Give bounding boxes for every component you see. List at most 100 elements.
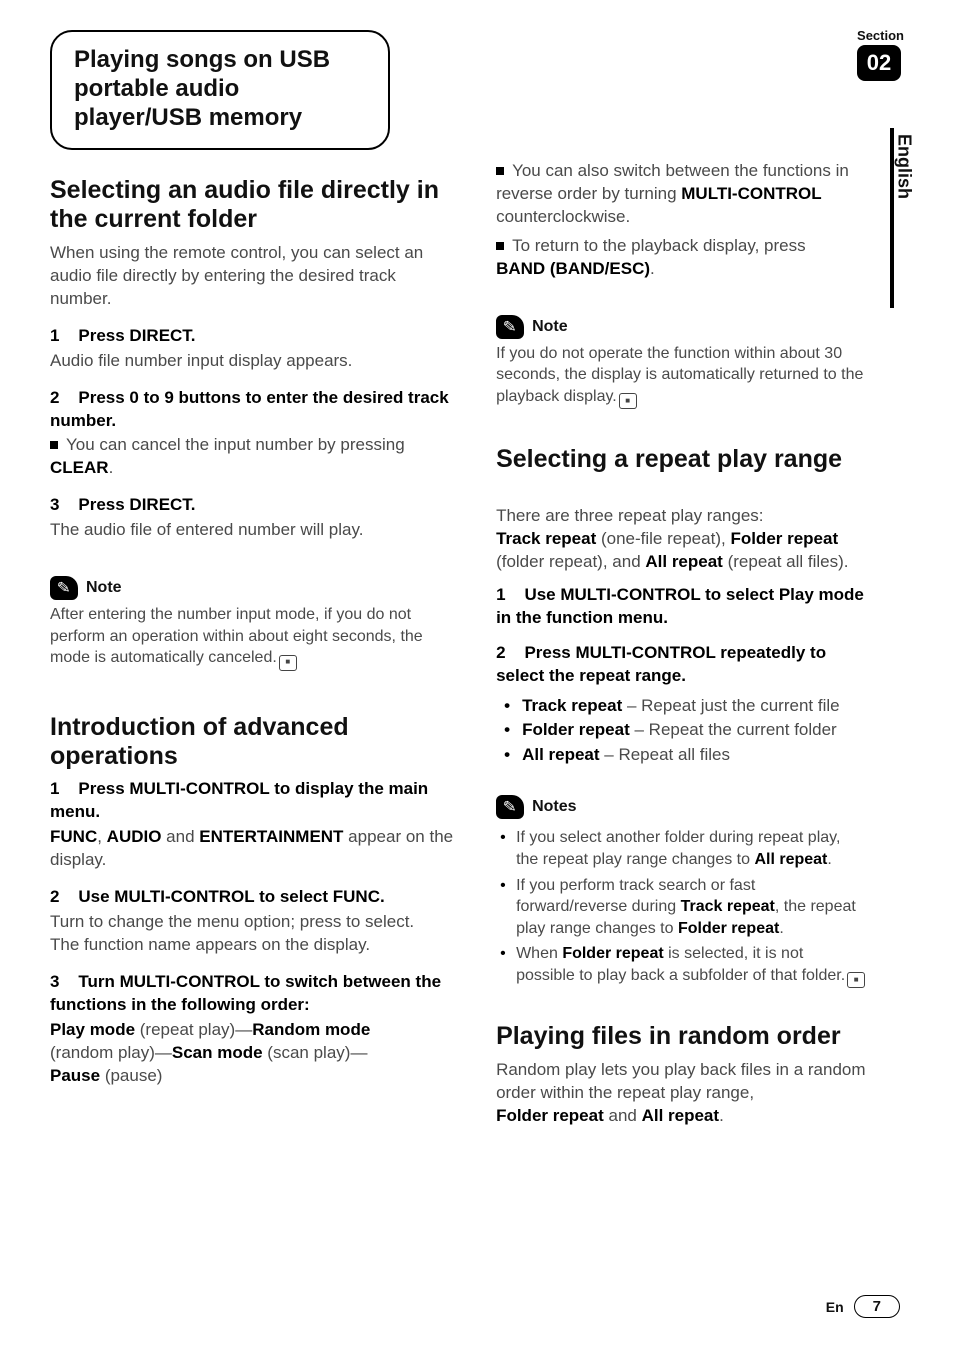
list-item: All repeat – Repeat all files bbox=[522, 743, 866, 768]
opt2-t: – Repeat all files bbox=[600, 745, 730, 764]
left-column: Playing songs on USB portable audio play… bbox=[50, 30, 456, 1142]
note-header-left: ✎ Note bbox=[50, 576, 456, 600]
heading-repeat-range: Selecting a repeat play range bbox=[496, 445, 866, 474]
adv3-t3: (scan play)— bbox=[263, 1043, 368, 1062]
opt1-b: Folder repeat bbox=[522, 720, 630, 739]
manual-page: Section 02 English Playing songs on USB … bbox=[0, 0, 954, 1352]
step-1-sub: Audio file number input display appears. bbox=[50, 350, 456, 373]
n1-b: All repeat bbox=[754, 851, 827, 868]
list-item: If you select another folder during repe… bbox=[516, 827, 866, 870]
page-footer: En 7 bbox=[826, 1295, 900, 1318]
content-columns: Playing songs on USB portable audio play… bbox=[50, 30, 904, 1142]
page-number-pill: 7 bbox=[854, 1295, 900, 1318]
adv-step-3-head: Turn MULTI-CONTROL to switch between the… bbox=[50, 972, 441, 1014]
step-2-bullet-bold: CLEAR bbox=[50, 458, 109, 477]
p3-b3: All repeat bbox=[645, 552, 722, 571]
rp-step-2: 2 Press MULTI-CONTROL repeatedly to sele… bbox=[496, 642, 866, 688]
right-column: You can also switch between the function… bbox=[496, 30, 904, 1142]
p3-t3: (repeat all files). bbox=[723, 552, 849, 571]
rb2-b: BAND (BAND/ESC) bbox=[496, 259, 650, 278]
bullet-square-icon bbox=[496, 167, 504, 175]
note-body-right-text: If you do not operate the function withi… bbox=[496, 345, 863, 405]
adv-step-3-sub: Play mode (repeat play)—Random mode (ran… bbox=[50, 1019, 456, 1088]
adv-step-2-sub: Turn to change the menu option; press to… bbox=[50, 911, 456, 957]
notes-list: If you select another folder during repe… bbox=[496, 827, 866, 992]
adv-s1-b2: AUDIO bbox=[107, 827, 162, 846]
note-body-left: After entering the number input mode, if… bbox=[50, 604, 456, 671]
rp-step-2-head: Press MULTI-CONTROL repeatedly to select… bbox=[496, 643, 826, 685]
list-item: Folder repeat – Repeat the current folde… bbox=[522, 718, 866, 743]
note-icon: ✎ bbox=[496, 795, 524, 819]
chapter-title-box: Playing songs on USB portable audio play… bbox=[50, 30, 390, 150]
notes-label: Notes bbox=[532, 798, 576, 816]
rp-step-2-num: 2 bbox=[496, 643, 505, 662]
bullet-square-icon bbox=[496, 242, 504, 250]
rp-step-1-head: Use MULTI-CONTROL to select Play mode in… bbox=[496, 585, 864, 627]
adv-step-3: 3 Turn MULTI-CONTROL to switch between t… bbox=[50, 971, 456, 1017]
p4-mid: and bbox=[604, 1106, 642, 1125]
note-icon: ✎ bbox=[50, 576, 78, 600]
note-body-right: If you do not operate the function withi… bbox=[496, 343, 866, 410]
step-2-bullet-post: . bbox=[109, 458, 114, 477]
adv-step-1-num: 1 bbox=[50, 779, 59, 798]
rb1-post: counterclockwise. bbox=[496, 207, 630, 226]
n1-post: . bbox=[827, 851, 831, 868]
step-2-head: Press 0 to 9 buttons to enter the desire… bbox=[50, 388, 449, 430]
notes-header: ✎ Notes bbox=[496, 795, 866, 819]
note-body-left-text: After entering the number input mode, if… bbox=[50, 606, 423, 666]
p4-post: . bbox=[719, 1106, 724, 1125]
adv3-b4: Pause bbox=[50, 1066, 100, 1085]
step-2-num: 2 bbox=[50, 388, 59, 407]
adv-step-2: 2 Use MULTI-CONTROL to select FUNC. bbox=[50, 886, 456, 909]
rb2-post: . bbox=[650, 259, 655, 278]
p3-t2: (folder repeat), and bbox=[496, 552, 645, 571]
p3-t1: (one-file repeat), bbox=[596, 529, 730, 548]
step-1-head: Press DIRECT. bbox=[78, 326, 195, 345]
p3-pre: There are three repeat play ranges: bbox=[496, 506, 763, 525]
step-2-bullet-pre: You can cancel the input number by press… bbox=[66, 435, 405, 454]
list-item: If you perform track search or fast forw… bbox=[516, 875, 866, 940]
language-tab: English bbox=[890, 128, 914, 308]
list-item: When Folder repeat is selected, it is no… bbox=[516, 943, 866, 988]
step-2-sub: You can cancel the input number by press… bbox=[50, 434, 456, 480]
rp-step-1: 1 Use MULTI-CONTROL to select Play mode … bbox=[496, 584, 866, 630]
section-number-badge: 02 bbox=[857, 45, 901, 81]
intro-paragraph: When using the remote control, you can s… bbox=[50, 242, 456, 311]
adv3-t4: (pause) bbox=[100, 1066, 162, 1085]
right-bullet-2: To return to the playback display, press… bbox=[496, 235, 866, 281]
section-indicator: Section 02 bbox=[857, 28, 904, 81]
chapter-title: Playing songs on USB portable audio play… bbox=[74, 46, 366, 132]
adv3-b2: Random mode bbox=[252, 1020, 370, 1039]
step-1-num: 1 bbox=[50, 326, 59, 345]
step-2: 2 Press 0 to 9 buttons to enter the desi… bbox=[50, 387, 456, 433]
adv3-t2: (random play)— bbox=[50, 1043, 172, 1062]
heading-advanced-ops: Introduction of advanced operations bbox=[50, 713, 456, 771]
rp-step-1-num: 1 bbox=[496, 585, 505, 604]
adv3-t1: (repeat play)— bbox=[135, 1020, 252, 1039]
n2-b: Track repeat bbox=[681, 898, 775, 915]
adv3-b3: Scan mode bbox=[172, 1043, 263, 1062]
n2-b2: Folder repeat bbox=[678, 920, 779, 937]
random-intro: Random play lets you play back files in … bbox=[496, 1059, 866, 1128]
adv-s1-m2: and bbox=[161, 827, 199, 846]
adv3-b1: Play mode bbox=[50, 1020, 135, 1039]
step-3-head: Press DIRECT. bbox=[78, 495, 195, 514]
opt2-b: All repeat bbox=[522, 745, 599, 764]
p4-b2: All repeat bbox=[642, 1106, 719, 1125]
adv-s1-b3: ENTERTAINMENT bbox=[199, 827, 343, 846]
note-label-left: Note bbox=[86, 579, 122, 597]
opt0-b: Track repeat bbox=[522, 696, 622, 715]
adv-step-1-sub: FUNC, AUDIO and ENTERTAINMENT appear on … bbox=[50, 826, 456, 872]
right-top-spacer bbox=[496, 30, 866, 160]
adv-step-3-num: 3 bbox=[50, 972, 59, 991]
step-3-sub: The audio file of entered number will pl… bbox=[50, 519, 456, 542]
n3-b: Folder repeat bbox=[562, 945, 663, 962]
right-bullet-1: You can also switch between the function… bbox=[496, 160, 866, 229]
section-label-text: Section bbox=[857, 28, 904, 43]
note-header-right: ✎ Note bbox=[496, 315, 866, 339]
repeat-intro: There are three repeat play ranges: Trac… bbox=[496, 482, 866, 574]
language-tab-text: English bbox=[894, 134, 915, 199]
p4-b1: Folder repeat bbox=[496, 1106, 604, 1125]
p3-b2: Folder repeat bbox=[730, 529, 838, 548]
adv-step-1-head: Press MULTI-CONTROL to display the main … bbox=[50, 779, 428, 821]
